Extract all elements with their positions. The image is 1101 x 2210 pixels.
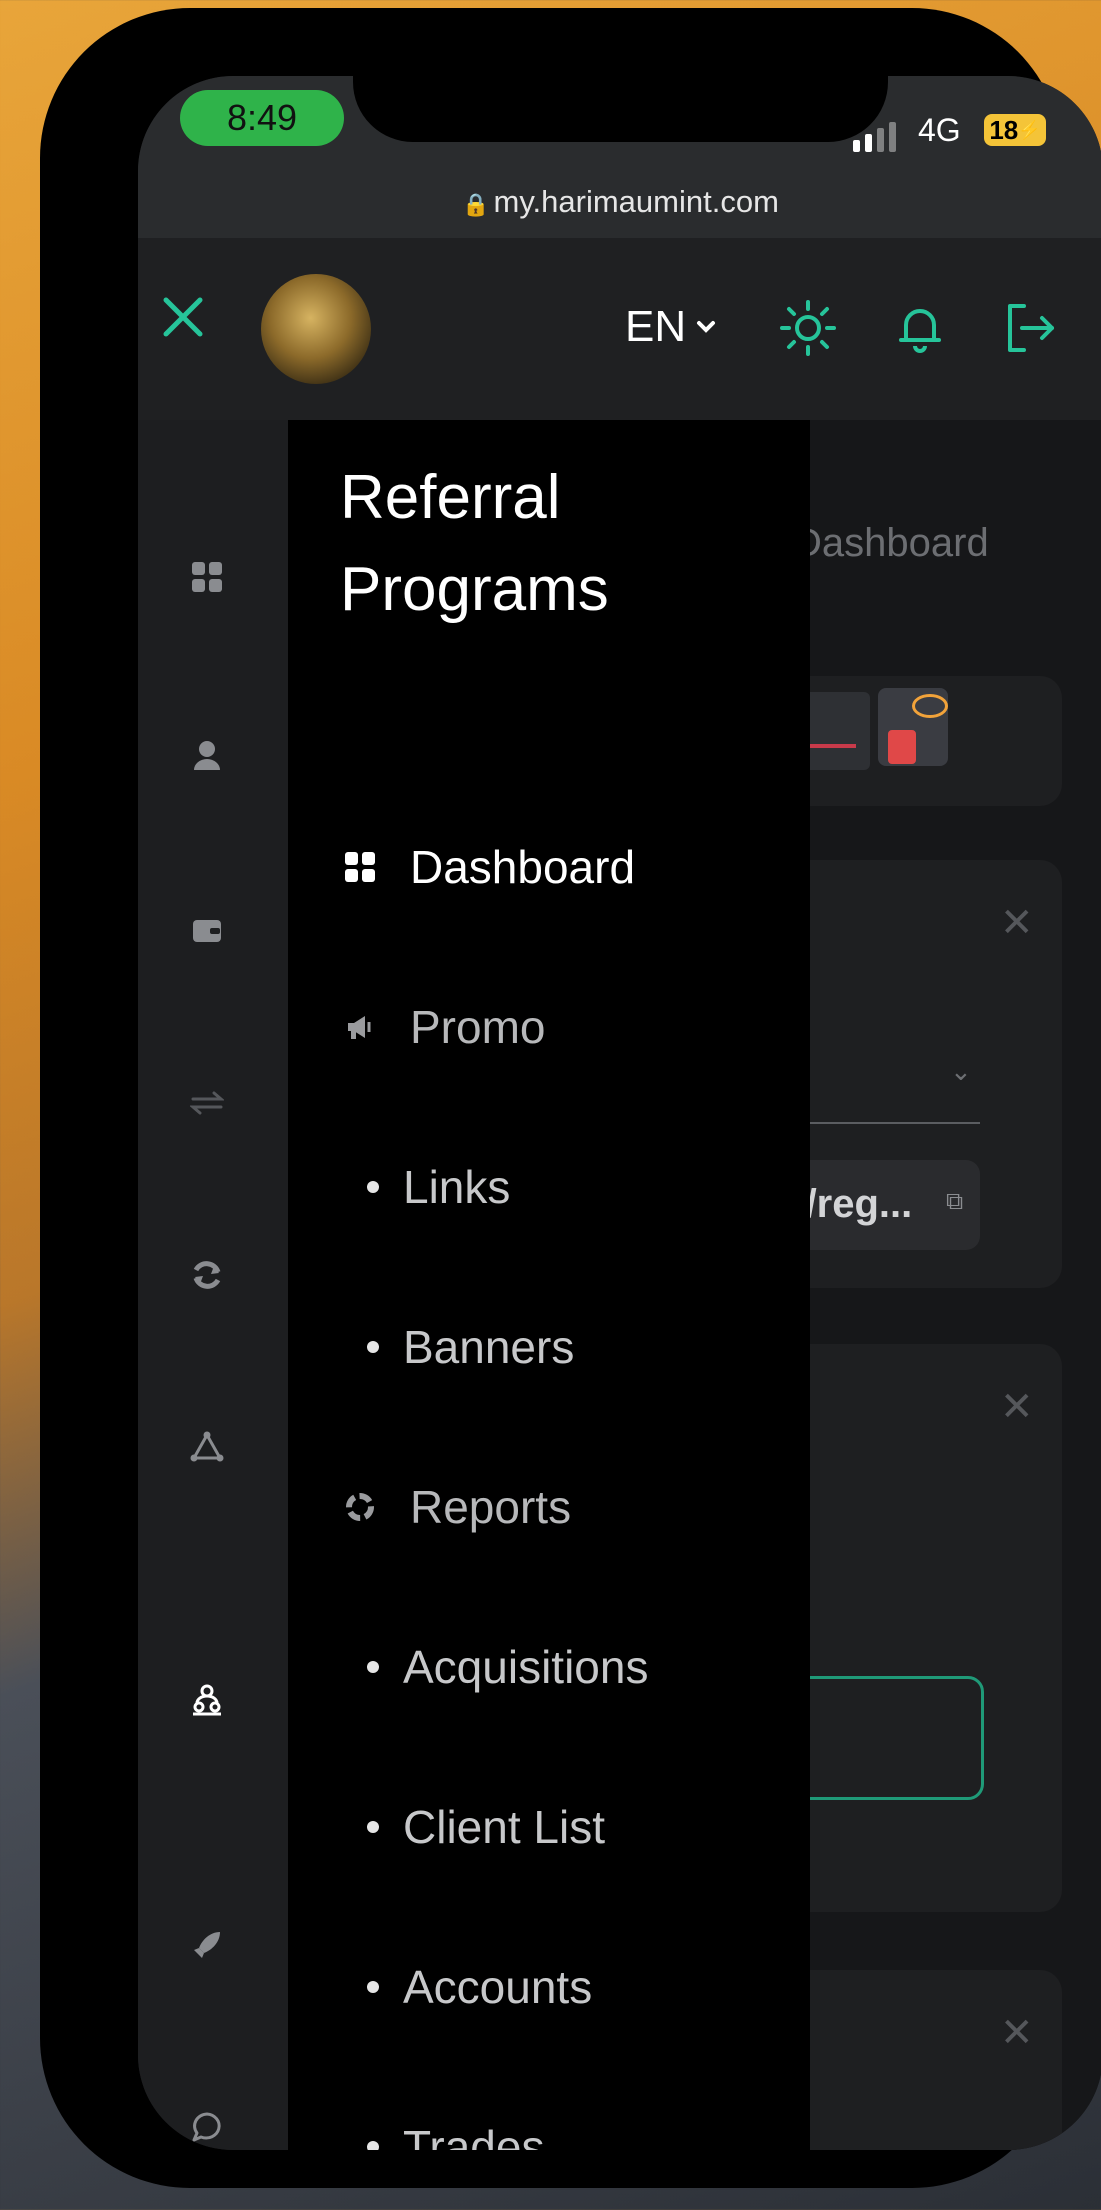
user-icon[interactable] (190, 738, 224, 772)
copy-icon[interactable]: ⧉ (946, 1188, 963, 1216)
referral-drawer: Referral Programs Dashboard Promo Links … (288, 420, 810, 2150)
breadcrumb[interactable]: Dashboard (793, 521, 989, 566)
logout-icon[interactable] (1000, 298, 1060, 358)
menu-acquisitions[interactable]: Acquisitions (367, 1640, 648, 1694)
menu-accounts-label: Accounts (403, 1961, 593, 2013)
drawer-title: Referral Programs (340, 452, 609, 636)
close-icon[interactable] (154, 288, 212, 346)
bullet-icon (367, 1981, 379, 1993)
close-card-icon[interactable]: ✕ (1000, 900, 1034, 946)
battery-level: 18 (989, 114, 1019, 145)
menu-dashboard-label: Dashboard (410, 841, 636, 893)
bullet-icon (367, 1821, 379, 1833)
chevron-down-icon (697, 321, 716, 333)
menu-acquisitions-label: Acquisitions (403, 1641, 649, 1693)
tiger-logo[interactable] (261, 274, 371, 384)
network-type: 4G (918, 112, 961, 148)
banner-card (770, 676, 1062, 806)
menu-client-list[interactable]: Client List (367, 1800, 605, 1854)
menu-banners[interactable]: Banners (367, 1320, 574, 1374)
network-icon[interactable] (190, 1430, 224, 1464)
signal-icon (853, 122, 896, 152)
app-header: EN (138, 238, 1101, 420)
menu-trades[interactable]: Trades (367, 2120, 544, 2150)
side-rail (138, 420, 288, 2150)
menu-links-label: Links (403, 1161, 511, 1213)
menu-reports-label: Reports (410, 1481, 572, 1533)
bell-icon[interactable] (890, 298, 950, 358)
menu-reports[interactable]: Reports (340, 1480, 571, 1534)
pie-chart-icon (340, 1487, 380, 1527)
referral-icon[interactable] (190, 1683, 224, 1717)
address-bar[interactable]: 🔒 my.harimaumint.com (138, 184, 1101, 220)
menu-promo[interactable]: Promo (340, 1000, 545, 1054)
grid-icon[interactable] (190, 560, 224, 594)
close-card-icon[interactable]: ✕ (1000, 1384, 1034, 1430)
menu-banners-label: Banners (403, 1321, 575, 1373)
drawer-title-line1: Referral (340, 463, 561, 532)
bullet-icon (367, 1181, 379, 1193)
sun-icon[interactable] (778, 298, 838, 358)
chevron-down-icon[interactable]: ⌄ (950, 1056, 972, 1087)
menu-promo-label: Promo (410, 1001, 546, 1053)
menu-client-list-label: Client List (403, 1801, 605, 1853)
grid-icon (340, 847, 380, 887)
wallet-icon[interactable] (190, 913, 224, 947)
banner-image-part (878, 688, 948, 766)
bullet-icon (367, 1341, 379, 1353)
chat-icon[interactable] (190, 2110, 224, 2144)
language-selector[interactable]: EN (625, 302, 718, 352)
menu-dashboard[interactable]: Dashboard (340, 840, 635, 894)
phone-frame: 8:49 4G 18 ⚡ 🔒 my.harimaumint.com EN Das… (40, 8, 1101, 2188)
bullet-icon (367, 2141, 379, 2150)
refresh-icon[interactable] (190, 1258, 224, 1292)
bullet-icon (367, 1661, 379, 1673)
banner-settings-card: ✕ (758, 1344, 1062, 1912)
screen: 8:49 4G 18 ⚡ 🔒 my.harimaumint.com EN Das… (138, 76, 1101, 2150)
megaphone-icon (340, 1007, 380, 1047)
status-bar: 8:49 4G 18 ⚡ 🔒 my.harimaumint.com (138, 76, 1101, 238)
language-label: EN (625, 302, 687, 351)
url-text: my.harimaumint.com (493, 184, 779, 219)
battery-icon: 18 ⚡ (984, 114, 1046, 146)
transfer-icon[interactable] (190, 1086, 224, 1120)
drawer-title-line2: Programs (340, 555, 609, 624)
menu-accounts[interactable]: Accounts (367, 1960, 592, 2014)
close-card-icon[interactable]: ✕ (1000, 2010, 1034, 2056)
link-card: ✕ ge al ⌄ m/reg... ⧉ (770, 860, 1062, 1288)
third-card: ✕ om (770, 1970, 1062, 2150)
status-time: 8:49 (180, 90, 344, 146)
camera-notch (353, 76, 888, 142)
menu-trades-label: Trades (403, 2121, 545, 2150)
lock-icon: 🔒 (462, 192, 490, 217)
menu-links[interactable]: Links (367, 1160, 510, 1214)
rocket-icon[interactable] (190, 1928, 224, 1962)
